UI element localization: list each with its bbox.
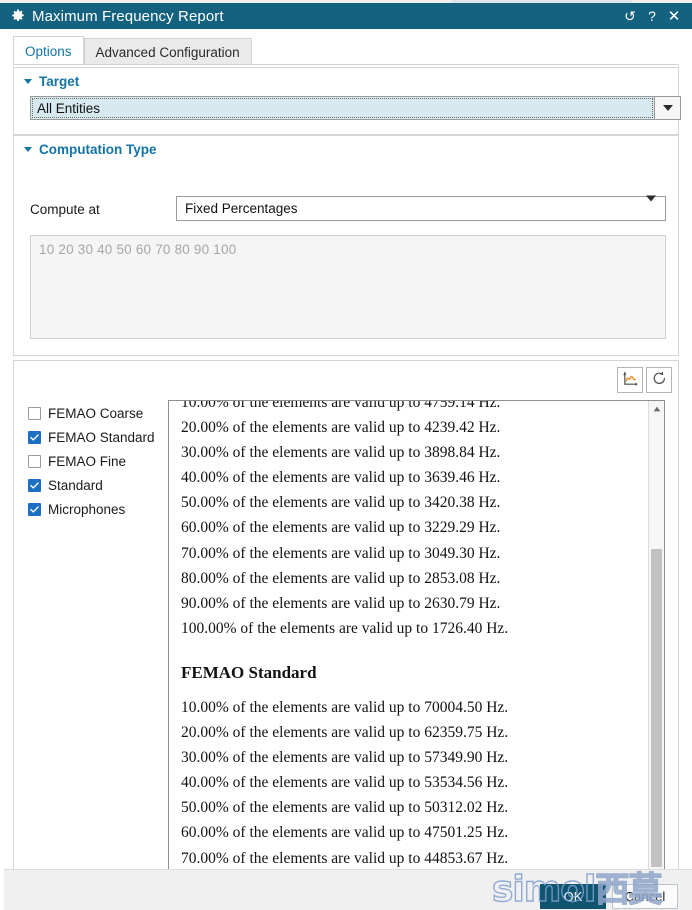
checkbox-item-femao-standard[interactable]: FEMAO Standard [28,425,168,449]
percentages-input[interactable]: 10 20 30 40 50 60 70 80 90 100 [30,235,666,339]
checkbox-label-femao-coarse: FEMAO Coarse [48,405,144,421]
reset-icon[interactable]: ↺ [619,3,641,29]
results-toolbar [617,367,672,393]
checkbox-femao-fine[interactable] [28,454,41,468]
checkbox-femao-coarse[interactable] [28,406,41,420]
report-line: 40.00% of the elements are valid up to 5… [181,774,509,792]
tab-options-label: Options [25,43,72,59]
report-line: 60.00% of the elements are valid up to 3… [181,519,501,537]
window-title: Maximum Frequency Report [32,7,224,25]
tab-advanced-configuration[interactable]: Advanced Configuration [83,38,252,65]
report-line: 60.00% of the elements are valid up to 4… [181,824,509,842]
checkbox-standard[interactable] [28,478,41,492]
entity-selector-value: All Entities [37,100,101,116]
checkbox-item-standard[interactable]: Standard [28,473,168,497]
entity-checkbox-list: FEMAO Coarse FEMAO Standard FEMAO Fine S… [28,401,168,521]
chevron-down-icon [24,147,32,152]
target-group: Target All Entities [13,67,681,135]
checkbox-femao-standard[interactable] [28,430,41,444]
ok-button[interactable]: OK [540,884,606,909]
dialog-body: Options Advanced Configuration Target Al… [0,29,692,910]
chevron-down-icon [24,79,32,84]
computation-type-group: Computation Type Compute at Fixed Percen… [13,135,679,356]
percentages-placeholder: 10 20 30 40 50 60 70 80 90 100 [39,242,237,257]
cancel-button-label: Cancel [624,889,666,904]
gear-icon [8,3,28,29]
checkbox-label-femao-standard: FEMAO Standard [48,429,155,445]
compute-at-value: Fixed Percentages [185,201,298,216]
report-vertical-scrollbar[interactable] [648,401,664,882]
window-title-bar: Maximum Frequency Report ↺ ? ✕ [0,3,692,29]
target-group-header[interactable]: Target [24,74,79,89]
target-group-label: Target [39,74,80,89]
tab-bar: Options Advanced Configuration [13,36,252,65]
entity-selector-dropdown-button[interactable] [655,96,681,120]
report-output-panel[interactable]: 10.00% of the elements are valid up to 4… [168,400,665,883]
report-line: 20.00% of the elements are valid up to 6… [181,724,509,742]
cancel-button[interactable]: Cancel [612,884,678,909]
report-line: 10.00% of the elements are valid up to 7… [181,698,509,716]
computation-type-group-label: Computation Type [39,142,157,157]
checkbox-microphones[interactable] [28,502,41,516]
refresh-button[interactable] [646,367,672,393]
report-content: 10.00% of the elements are valid up to 4… [169,400,649,882]
chevron-down-icon [662,105,673,111]
report-line: 50.00% of the elements are valid up to 5… [181,799,509,817]
help-icon[interactable]: ? [641,3,663,29]
tab-underline [13,64,679,65]
report-line: 30.00% of the elements are valid up to 3… [181,444,501,462]
close-icon[interactable]: ✕ [663,3,685,29]
checkbox-item-microphones[interactable]: Microphones [28,497,168,521]
chevron-down-icon [646,195,656,216]
entity-selector-input[interactable]: All Entities [30,96,655,120]
report-line: 30.00% of the elements are valid up to 5… [181,749,509,767]
checkbox-item-femao-fine[interactable]: FEMAO Fine [28,449,168,473]
results-group: FEMAO Coarse FEMAO Standard FEMAO Fine S… [13,360,679,894]
ok-button-label: OK [563,889,583,904]
report-section-heading: FEMAO Standard [181,662,317,682]
scrollbar-thumb[interactable] [651,549,662,867]
plot-chart-button[interactable] [617,367,643,393]
compute-at-dropdown[interactable]: Fixed Percentages [176,195,666,221]
compute-at-label: Compute at [30,202,100,217]
checkbox-label-standard: Standard [48,477,103,493]
refresh-icon [651,370,668,390]
tab-options[interactable]: Options [13,36,84,65]
report-line: 70.00% of the elements are valid up to 4… [181,849,509,867]
computation-type-group-header[interactable]: Computation Type [24,142,157,157]
plot-chart-icon [622,370,639,390]
checkbox-item-femao-coarse[interactable]: FEMAO Coarse [28,401,168,425]
report-line: 70.00% of the elements are valid up to 3… [181,544,501,562]
report-line: 80.00% of the elements are valid up to 2… [181,569,501,587]
report-line: 50.00% of the elements are valid up to 3… [181,494,501,512]
report-line: 10.00% of the elements are valid up to 4… [181,400,501,411]
report-line: 20.00% of the elements are valid up to 4… [181,419,501,437]
focus-outline [32,98,653,118]
report-line: 40.00% of the elements are valid up to 3… [181,469,501,487]
report-line: 90.00% of the elements are valid up to 2… [181,594,501,612]
report-line: 100.00% of the elements are valid up to … [181,619,509,637]
tab-advanced-configuration-label: Advanced Configuration [95,44,240,60]
checkbox-label-microphones: Microphones [48,501,126,517]
scroll-up-arrow-icon[interactable] [649,401,664,416]
checkbox-label-femao-fine: FEMAO Fine [48,453,127,469]
